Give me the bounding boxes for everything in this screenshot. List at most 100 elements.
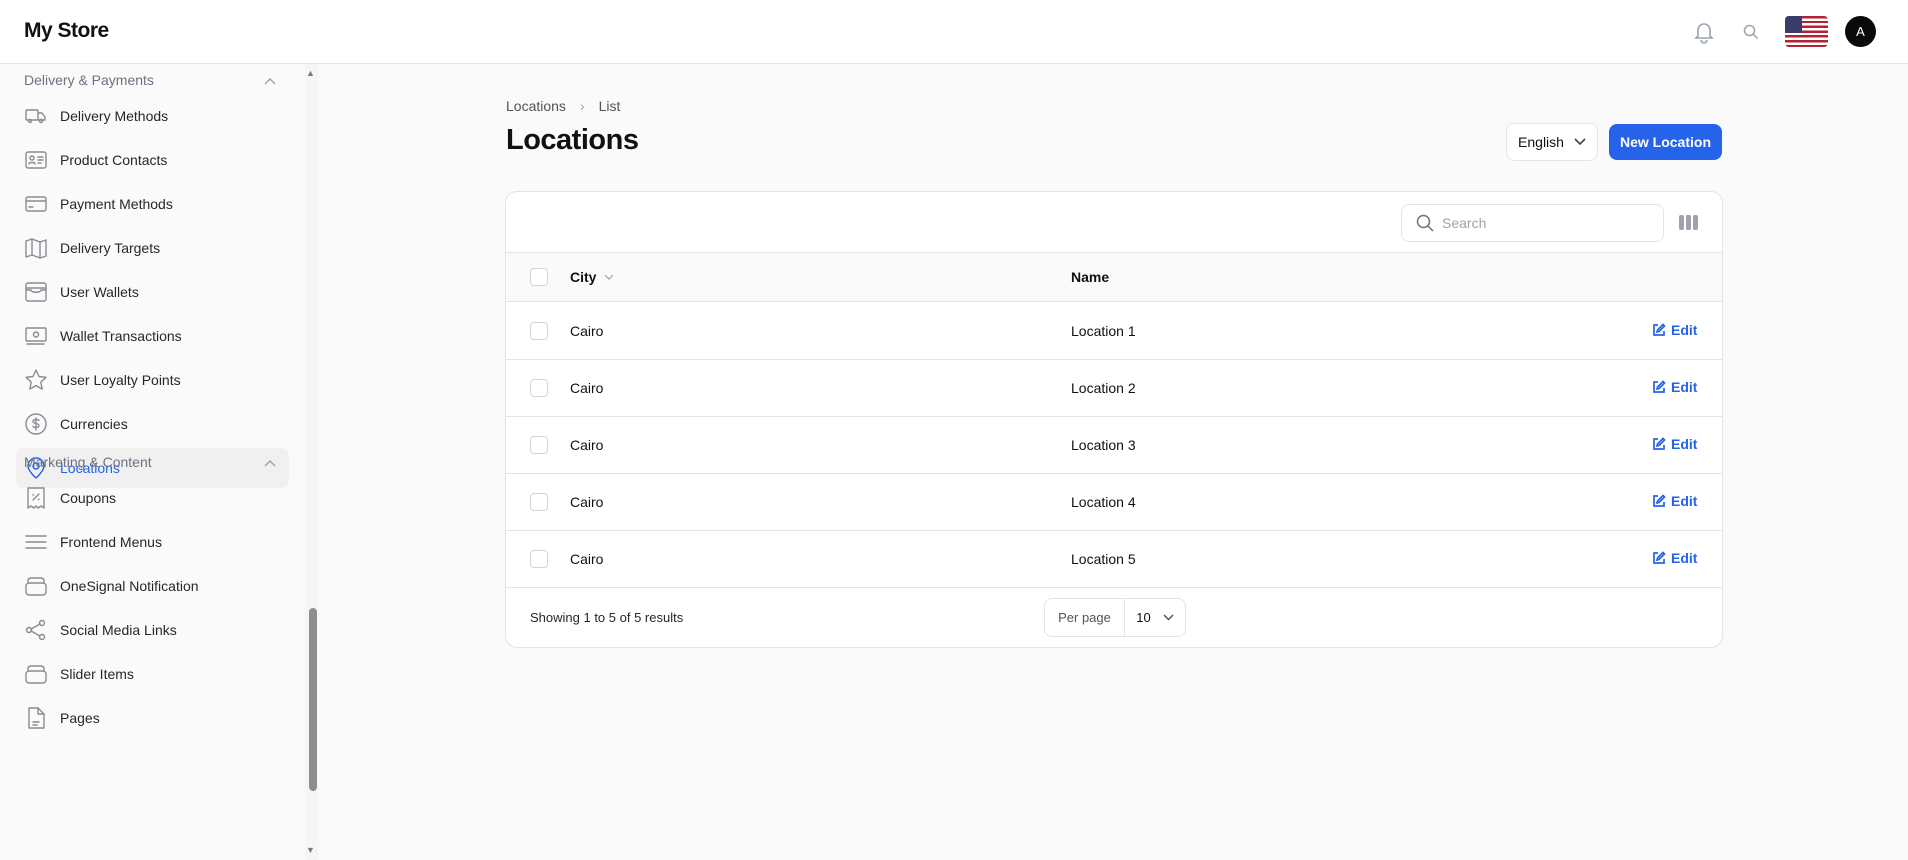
cell-city: Cairo: [570, 551, 604, 567]
edit-button[interactable]: Edit: [1652, 493, 1697, 509]
sidebar-group-header[interactable]: Marketing & Content: [24, 454, 152, 470]
sidebar-item-payment-methods[interactable]: Payment Methods: [16, 184, 289, 224]
receipt-percent-icon: [25, 487, 47, 509]
per-page-select[interactable]: Per page 10: [1044, 598, 1186, 637]
sidebar-item-delivery-targets[interactable]: Delivery Targets: [16, 228, 289, 268]
column-city-sort[interactable]: City: [570, 269, 614, 285]
share-icon: [25, 619, 47, 641]
stack-icon: [25, 575, 47, 597]
bell-icon[interactable]: [1693, 20, 1715, 49]
cell-city: Cairo: [570, 494, 604, 510]
cell-name: Location 5: [1071, 551, 1136, 567]
sidebar-item-currencies[interactable]: Currencies: [16, 404, 289, 444]
sidebar-item-wallet-transactions[interactable]: Wallet Transactions: [16, 316, 289, 356]
sidebar-item-label: Wallet Transactions: [60, 328, 182, 344]
sidebar-item-label: Social Media Links: [60, 622, 177, 638]
cell-name: Location 3: [1071, 437, 1136, 453]
edit-label: Edit: [1671, 379, 1698, 395]
sidebar-item-label: Currencies: [60, 416, 128, 432]
cell-city: Cairo: [570, 437, 604, 453]
sidebar-item-frontend-menus[interactable]: Frontend Menus: [16, 522, 289, 562]
brand-logo[interactable]: My Store: [24, 19, 109, 43]
edit-label: Edit: [1671, 322, 1698, 338]
cell-city: Cairo: [570, 380, 604, 396]
cell-name: Location 4: [1071, 494, 1136, 510]
row-checkbox[interactable]: [530, 322, 548, 340]
sidebar-item-slider-items[interactable]: Slider Items: [16, 654, 289, 694]
sidebar-scrollbar-thumb[interactable]: [309, 608, 317, 791]
star-icon: [25, 369, 47, 391]
sidebar-item-pages[interactable]: Pages: [16, 698, 289, 738]
banknotes-icon: [25, 325, 47, 347]
scroll-up-icon[interactable]: ▲: [306, 68, 315, 78]
sidebar-group-header[interactable]: Delivery & Payments: [24, 72, 154, 88]
stack-icon: [25, 663, 47, 685]
cell-name: Location 1: [1071, 323, 1136, 339]
edit-icon: [1653, 551, 1666, 564]
sidebar-group-label: Delivery & Payments: [24, 72, 154, 88]
top-bar: My Store A: [0, 0, 1908, 64]
user-avatar[interactable]: A: [1845, 16, 1876, 47]
language-select[interactable]: English: [1506, 123, 1598, 161]
map-icon: [25, 237, 47, 259]
search-icon[interactable]: [1743, 24, 1759, 45]
search-input[interactable]: [1442, 215, 1642, 231]
sidebar-item-label: Product Contacts: [60, 152, 168, 168]
sidebar-item-label: Coupons: [60, 490, 117, 506]
sidebar-item-label: User Wallets: [60, 284, 139, 300]
edit-button[interactable]: Edit: [1652, 322, 1697, 338]
language-value: English: [1518, 134, 1564, 150]
chevron-right-icon: ›: [579, 98, 585, 114]
breadcrumb-locations[interactable]: Locations: [506, 98, 566, 114]
sidebar-item-delivery-methods[interactable]: Delivery Methods: [16, 96, 289, 136]
sidebar-item-user-loyalty-points[interactable]: User Loyalty Points: [16, 360, 289, 400]
sidebar-item-onesignal-notification[interactable]: OneSignal Notification: [16, 566, 289, 606]
row-checkbox[interactable]: [530, 550, 548, 568]
sidebar-item-label: Pages: [60, 710, 100, 726]
edit-button[interactable]: Edit: [1652, 379, 1697, 395]
sidebar-item-label: Slider Items: [60, 666, 134, 682]
sidebar-item-label: Delivery Methods: [60, 108, 169, 124]
chevron-down-icon: [605, 274, 614, 280]
sidebar-item-social-media-links[interactable]: Social Media Links: [16, 610, 289, 650]
search-icon: [1416, 214, 1434, 232]
sidebar-group-label: Marketing & Content: [24, 454, 152, 470]
cell-name: Location 2: [1071, 380, 1136, 396]
edit-label: Edit: [1671, 436, 1698, 452]
chevron-up-icon[interactable]: [264, 74, 276, 88]
new-location-button[interactable]: New Location: [1609, 124, 1722, 160]
sidebar-item-label: Payment Methods: [60, 196, 173, 212]
id-card-icon: [25, 149, 47, 171]
sidebar-item-user-wallets[interactable]: User Wallets: [16, 272, 289, 312]
select-all-checkbox[interactable]: [530, 268, 548, 286]
cell-city: Cairo: [570, 323, 604, 339]
columns-toggle-icon[interactable]: [1679, 215, 1698, 230]
edit-icon: [1653, 323, 1666, 336]
wallet-icon: [25, 281, 47, 303]
scroll-down-icon[interactable]: ▼: [306, 845, 315, 855]
row-checkbox[interactable]: [530, 436, 548, 454]
table-row: Cairo Location 5 Edit: [506, 531, 1722, 588]
edit-label: Edit: [1671, 493, 1698, 509]
breadcrumb-list: List: [598, 98, 621, 114]
table-row: Cairo Location 3 Edit: [506, 417, 1722, 474]
row-checkbox[interactable]: [530, 493, 548, 511]
results-summary: Showing 1 to 5 of 5 results: [530, 610, 684, 625]
table-row: Cairo Location 2 Edit: [506, 360, 1722, 417]
table-footer: Showing 1 to 5 of 5 results Per page 10: [506, 587, 1722, 647]
table-row: Cairo Location 1 Edit: [506, 303, 1722, 360]
edit-button[interactable]: Edit: [1652, 550, 1697, 566]
sidebar-item-coupons[interactable]: Coupons: [16, 478, 289, 518]
sidebar-item-product-contacts[interactable]: Product Contacts: [16, 140, 289, 180]
edit-button[interactable]: Edit: [1652, 436, 1697, 452]
chevron-up-icon[interactable]: [264, 456, 276, 470]
row-checkbox[interactable]: [530, 379, 548, 397]
language-flag-us[interactable]: [1785, 16, 1828, 47]
sidebar-item-label: Frontend Menus: [60, 534, 162, 550]
per-page-value: 10: [1136, 610, 1151, 625]
credit-card-icon: [25, 193, 47, 215]
column-name: Name: [1071, 269, 1110, 285]
edit-icon: [1653, 437, 1666, 450]
search-field[interactable]: [1401, 204, 1664, 242]
dollar-icon: [25, 413, 47, 435]
